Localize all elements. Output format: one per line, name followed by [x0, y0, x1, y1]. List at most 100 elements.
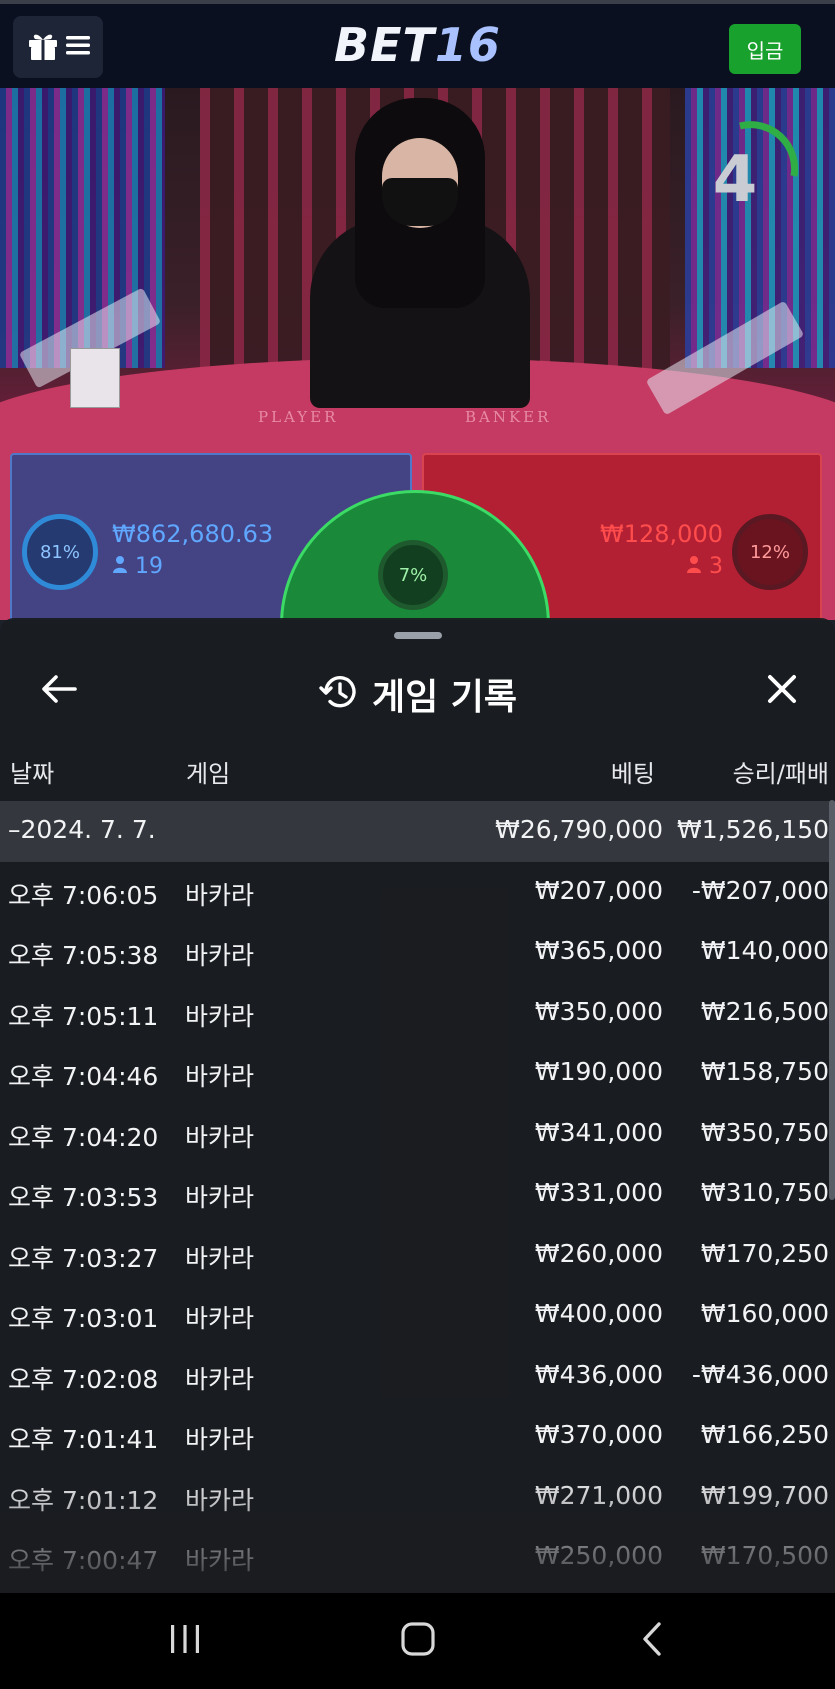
- row-bet: ₩341,000: [534, 1117, 663, 1147]
- row-bet: ₩370,000: [534, 1420, 663, 1449]
- table-row[interactable]: 오후 7:02:08 바카라 ₩436,000 -₩436,000: [0, 1346, 835, 1407]
- row-game: 바카라: [185, 1062, 255, 1091]
- player-bettor-count-wrap: 19: [112, 554, 163, 579]
- table-row[interactable]: 오후 7:06:05 바카라 ₩207,000 -₩207,000: [0, 862, 835, 923]
- row-time: 오후 7:01:12: [8, 1485, 159, 1515]
- row-time: 오후 7:05:11: [8, 1001, 159, 1031]
- row-bet: ₩331,000: [534, 1178, 663, 1207]
- row-game: 바카라: [185, 1243, 255, 1273]
- chevron-left-icon: [640, 1621, 664, 1661]
- row-time: 오후 7:06:05: [8, 880, 159, 910]
- history-scrollbar[interactable]: [829, 800, 835, 1200]
- row-win-loss: ₩310,750: [700, 1178, 829, 1207]
- row-time: 오후 7:05:38: [8, 941, 159, 970]
- sheet-header: 게임 기록: [0, 654, 835, 734]
- table-row[interactable]: 오후 7:01:41 바카라 ₩370,000 ₩166,250: [0, 1406, 835, 1467]
- row-time: 오후 7:04:20: [8, 1122, 159, 1152]
- row-game: 바카라: [185, 1001, 255, 1031]
- system-nav-bar: [0, 1593, 835, 1689]
- recents-icon: [168, 1623, 202, 1659]
- row-game: 바카라: [185, 1183, 255, 1212]
- row-bet: ₩190,000: [534, 1057, 663, 1086]
- row-game: 바카라: [185, 1425, 255, 1454]
- row-game: 바카라: [185, 1304, 255, 1333]
- row-bet: ₩250,000: [534, 1541, 663, 1570]
- row-game: 바카라: [185, 1364, 255, 1394]
- row-win-loss: -₩207,000: [691, 875, 829, 905]
- row-game: 바카라: [185, 1485, 255, 1515]
- row-bet: ₩400,000: [534, 1299, 663, 1328]
- recents-button[interactable]: [145, 1613, 225, 1669]
- countdown-timer: 4: [712, 143, 758, 217]
- row-bet: ₩271,000: [534, 1480, 663, 1510]
- person-icon: [686, 554, 709, 579]
- player-percent: 81%: [22, 514, 98, 590]
- table-row[interactable]: 오후 7:04:46 바카라 ₩190,000 ₩158,750: [0, 1043, 835, 1104]
- player-bettor-count: 19: [135, 554, 163, 579]
- row-time: 오후 7:04:46: [8, 1062, 159, 1091]
- banker-percent: 12%: [732, 514, 808, 590]
- row-game: 바카라: [185, 1546, 255, 1575]
- person-icon: [112, 554, 135, 579]
- row-win-loss: ₩158,750: [700, 1057, 829, 1086]
- table-row[interactable]: 오후 7:05:38 바카라 ₩365,000 ₩140,000: [0, 922, 835, 983]
- tie-percent: 7%: [378, 540, 448, 610]
- live-video: PLAYER BANKER 4 81% 12% 7% ₩862,680.63 1…: [0, 88, 835, 628]
- row-win-loss: ₩170,500: [700, 1541, 829, 1570]
- summary-date: –2024. 7. 7.: [8, 815, 156, 844]
- history-table-header: 날짜 게임 베팅 승리/패배: [0, 736, 835, 802]
- table-row[interactable]: 오후 7:01:12 바카라 ₩271,000 ₩199,700: [0, 1467, 835, 1528]
- sheet-title: 게임 기록: [371, 677, 517, 718]
- row-bet: ₩365,000: [534, 936, 663, 965]
- column-bet: 베팅: [610, 760, 655, 788]
- felt-label-player: PLAYER: [258, 408, 339, 426]
- brand-logo[interactable]: BET16: [0, 18, 835, 72]
- row-time: 오후 7:01:41: [8, 1425, 159, 1454]
- table-row[interactable]: 오후 7:04:20 바카라 ₩341,000 ₩350,750: [0, 1104, 835, 1165]
- dealer: [300, 98, 540, 408]
- row-win-loss: ₩350,750: [700, 1117, 829, 1147]
- system-back-button[interactable]: [612, 1613, 692, 1669]
- row-win-loss: ₩216,500: [700, 996, 829, 1026]
- date-summary-row[interactable]: –2024. 7. 7. ₩26,790,000 ₩1,526,150: [0, 801, 835, 862]
- column-date: 날짜: [10, 760, 55, 788]
- card-stack: [70, 348, 120, 408]
- row-win-loss: -₩436,000: [691, 1359, 829, 1389]
- banker-bettor-count: 3: [709, 554, 723, 579]
- table-row[interactable]: 오후 7:03:53 바카라 ₩331,000 ₩310,750: [0, 1164, 835, 1225]
- felt-label-banker: BANKER: [465, 408, 552, 426]
- row-bet: ₩436,000: [534, 1359, 663, 1389]
- row-win-loss: ₩170,250: [700, 1238, 829, 1268]
- home-button[interactable]: [378, 1613, 458, 1669]
- column-game: 게임: [186, 760, 231, 788]
- row-bet: ₩207,000: [534, 875, 663, 905]
- row-win-loss: ₩140,000: [700, 936, 829, 965]
- close-icon: [766, 673, 798, 709]
- deposit-button[interactable]: 입금: [729, 24, 801, 74]
- home-icon: [400, 1621, 436, 1661]
- row-game: 바카라: [185, 1122, 255, 1152]
- table-row[interactable]: 오후 7:00:47 바카라 ₩250,000 ₩170,500: [0, 1527, 835, 1588]
- history-icon: [318, 672, 358, 716]
- row-time: 오후 7:03:27: [8, 1243, 159, 1273]
- row-time: 오후 7:03:01: [8, 1304, 159, 1333]
- table-row[interactable]: 오후 7:03:01 바카라 ₩400,000 ₩160,000: [0, 1285, 835, 1346]
- table-row[interactable]: 오후 7:05:11 바카라 ₩350,000 ₩216,500: [0, 983, 835, 1044]
- row-time: 오후 7:03:53: [8, 1183, 159, 1212]
- summary-win-loss: ₩1,526,150: [677, 815, 829, 844]
- column-win-loss: 승리/패배: [732, 760, 829, 788]
- top-bar: BET16 입금: [0, 0, 835, 88]
- row-win-loss: ₩160,000: [700, 1299, 829, 1328]
- sheet-drag-handle[interactable]: [394, 632, 442, 639]
- row-win-loss: ₩166,250: [700, 1420, 829, 1449]
- summary-bet: ₩26,790,000: [495, 815, 663, 844]
- banker-bettor-count-wrap: 3: [686, 554, 723, 579]
- banker-total-bet: ₩128,000: [600, 520, 723, 548]
- table-row[interactable]: 오후 7:03:27 바카라 ₩260,000 ₩170,250: [0, 1225, 835, 1286]
- row-game: 바카라: [185, 880, 255, 910]
- row-game: 바카라: [185, 941, 255, 970]
- brand-number: 16: [434, 18, 501, 72]
- close-button[interactable]: [759, 668, 805, 714]
- history-table-body: –2024. 7. 7. ₩26,790,000 ₩1,526,150 오후 7…: [0, 801, 835, 1588]
- player-total-bet: ₩862,680.63: [112, 520, 274, 548]
